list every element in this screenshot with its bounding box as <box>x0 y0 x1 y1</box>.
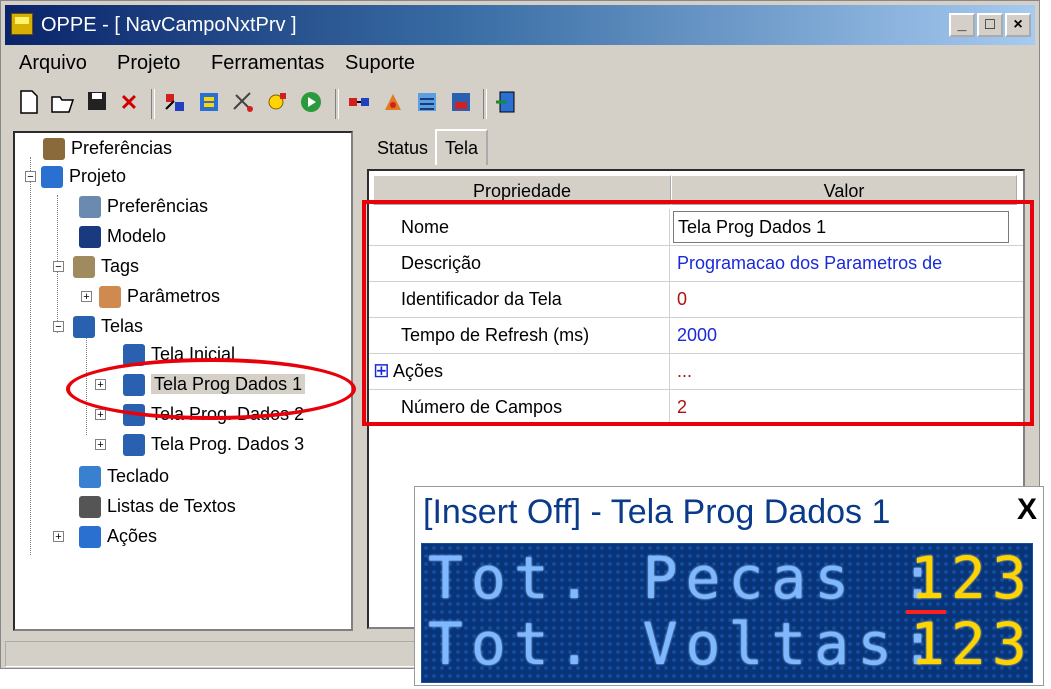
open-icon[interactable] <box>49 89 77 117</box>
expand-tela-prog-dados-2-toggle[interactable]: + <box>95 409 106 421</box>
parameters-icon <box>99 286 121 309</box>
tree-item-modelo[interactable]: Modelo <box>79 223 166 249</box>
minimize-button[interactable]: _ <box>949 13 975 37</box>
lcd-line-2: Tot. Voltas: <box>428 610 944 678</box>
tree-item-tags[interactable]: Tags <box>73 253 139 279</box>
collapse-telas-toggle[interactable]: − <box>53 321 64 333</box>
tree-item-preferencias[interactable]: Preferências <box>79 193 208 219</box>
tab-tela[interactable]: Tela <box>435 129 489 165</box>
lcd-window-title: [Insert Off] - Tela Prog Dados 1 <box>423 493 891 531</box>
maximize-button[interactable]: □ <box>977 13 1003 37</box>
menu-suporte[interactable]: Suporte <box>345 52 415 75</box>
tree-item-listas-de-textos[interactable]: Listas de Textos <box>79 493 236 519</box>
window-title: OPPE - [ NavCampoNxtPrv ] <box>41 14 297 36</box>
tree-item-telas[interactable]: Telas <box>73 313 143 339</box>
tree-item-teclado[interactable]: Teclado <box>79 463 169 489</box>
screens-icon <box>73 316 95 339</box>
exit-icon[interactable] <box>493 89 521 117</box>
lcd-field-2-value[interactable]: 123 <box>910 610 1032 678</box>
toolbar-separator <box>335 89 339 119</box>
tree-item-projeto[interactable]: Projeto <box>41 163 126 189</box>
tool-5-icon[interactable] <box>345 89 373 117</box>
lcd-cursor <box>906 610 946 614</box>
save-icon[interactable] <box>83 89 111 117</box>
tool-2-icon[interactable] <box>195 89 223 117</box>
title-bar[interactable]: OPPE - [ NavCampoNxtPrv ] _ □ × <box>5 5 1035 45</box>
app-icon[interactable] <box>11 13 33 35</box>
lcd-display[interactable]: Tot. Pecas : Tot. Voltas: 123 123 <box>421 543 1033 683</box>
preferences-icon <box>79 196 101 219</box>
toolbar-separator <box>151 89 155 119</box>
keyboard-icon <box>79 466 101 489</box>
tab-status[interactable]: Status <box>369 131 436 165</box>
lcd-field-1-value[interactable]: 123 <box>910 544 1032 612</box>
tree-item-acoes[interactable]: Ações <box>79 523 157 549</box>
menu-ferramentas[interactable]: Ferramentas <box>211 52 324 75</box>
menu-projeto[interactable]: Projeto <box>117 52 180 75</box>
collapse-tags-toggle[interactable]: − <box>53 261 64 273</box>
expand-parametros-toggle[interactable]: + <box>81 291 92 303</box>
close-button[interactable]: × <box>1005 13 1031 37</box>
tool-1-icon[interactable] <box>161 89 189 117</box>
tool-8-icon[interactable] <box>447 89 475 117</box>
project-icon <box>41 166 63 189</box>
toolbar-separator <box>483 89 487 119</box>
collapse-projeto-toggle[interactable]: − <box>25 171 36 183</box>
text-list-icon <box>79 496 101 519</box>
menu-arquivo[interactable]: Arquivo <box>19 52 87 75</box>
highlight-box <box>362 200 1034 426</box>
expand-tela-prog-dados-3-toggle[interactable]: + <box>95 439 106 451</box>
expand-acoes-toggle[interactable]: + <box>53 531 64 543</box>
lcd-close-button[interactable]: X <box>1017 493 1037 527</box>
tool-3-icon[interactable] <box>229 89 257 117</box>
tool-4-icon[interactable] <box>263 89 291 117</box>
tree-item-parametros[interactable]: Parâmetros <box>99 283 220 309</box>
tool-6-icon[interactable] <box>379 89 407 117</box>
tree-connector <box>30 157 31 555</box>
new-icon[interactable] <box>15 89 43 117</box>
tree-item-preferencias-root[interactable]: Preferências <box>43 135 172 161</box>
screen-icon <box>123 434 145 457</box>
model-icon <box>79 226 101 249</box>
lcd-line-1: Tot. Pecas : <box>428 544 944 612</box>
lcd-preview-window: [Insert Off] - Tela Prog Dados 1 X Tot. … <box>414 486 1044 686</box>
tools-icon <box>43 138 65 161</box>
highlight-ellipse <box>66 358 356 420</box>
toolbar: ✕ <box>5 83 1035 127</box>
delete-icon[interactable]: ✕ <box>115 89 143 117</box>
actions-icon <box>79 526 101 549</box>
run-icon[interactable] <box>297 89 325 117</box>
tree-item-tela-prog-dados-3[interactable]: Tela Prog. Dados 3 <box>123 431 304 457</box>
tags-icon <box>73 256 95 279</box>
tool-7-icon[interactable] <box>413 89 441 117</box>
